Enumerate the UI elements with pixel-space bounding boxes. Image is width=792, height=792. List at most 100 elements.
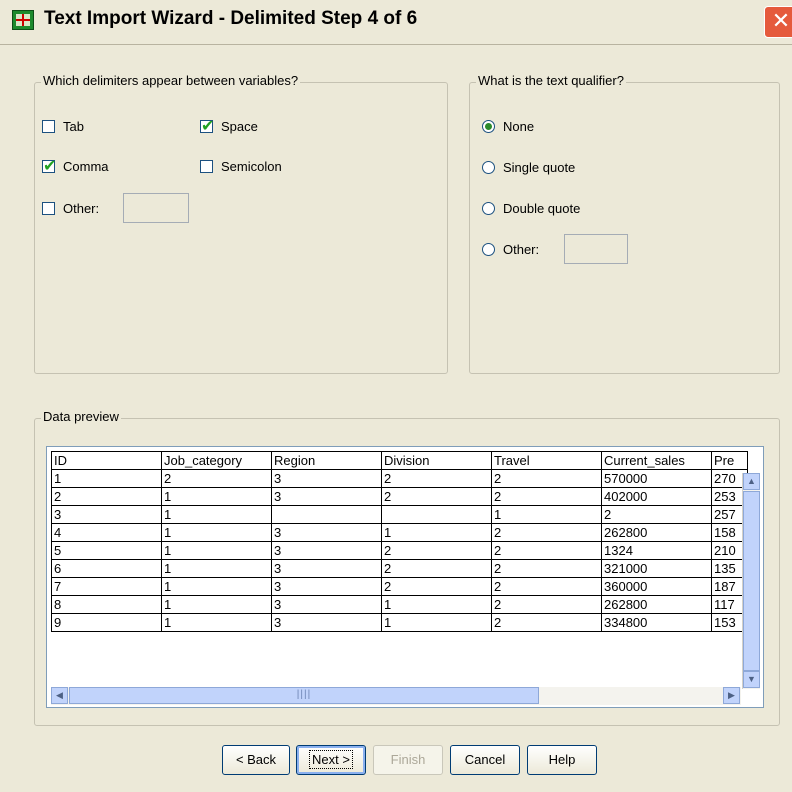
vertical-scroll-thumb[interactable]: [743, 491, 760, 671]
table-cell: 334800: [601, 613, 712, 632]
table-cell: 1: [161, 505, 272, 524]
table-cell: 570000: [601, 469, 712, 488]
table-row: 4 1 3 1 2 262800 158: [51, 523, 748, 542]
table-cell: 2: [381, 577, 492, 596]
qualifier-single-radio[interactable]: Single quote: [482, 160, 575, 175]
delimiters-group: Which delimiters appear between variable…: [34, 73, 448, 374]
window-frame: [0, 44, 6, 792]
column-header-id[interactable]: ID: [51, 451, 162, 470]
table-row: 8 1 3 1 2 262800 117: [51, 595, 748, 614]
table-cell: 2: [491, 523, 602, 542]
column-header-travel[interactable]: Travel: [491, 451, 602, 470]
horizontal-scroll-thumb[interactable]: ||||: [69, 687, 539, 704]
qualifier-legend: What is the text qualifier?: [476, 73, 626, 88]
tab-checkbox[interactable]: Tab: [42, 119, 84, 134]
other-delimiter-checkbox[interactable]: Other:: [42, 201, 99, 216]
table-row: 5 1 3 2 2 1324 210: [51, 541, 748, 560]
back-button[interactable]: < Back: [222, 745, 290, 775]
table-cell: 2: [51, 487, 162, 506]
other-delimiter-label: Other:: [63, 201, 100, 216]
next-button[interactable]: Next >: [296, 745, 366, 775]
close-button[interactable]: ✕: [764, 6, 792, 38]
qualifier-none-radio-button[interactable]: [482, 120, 495, 133]
other-delimiter-input[interactable]: [123, 193, 189, 223]
column-header-job-category[interactable]: Job_category: [161, 451, 272, 470]
table-cell: 2: [381, 559, 492, 578]
qualifier-double-radio-button[interactable]: [482, 202, 495, 215]
scroll-right-arrow-icon[interactable]: ▶: [723, 687, 740, 704]
table-cell: 1: [161, 559, 272, 578]
vertical-scrollbar[interactable]: ▲ ▼: [742, 473, 760, 689]
table-row: 1 2 3 2 2 570000 270: [51, 469, 748, 488]
table-cell: 1: [381, 595, 492, 614]
table-cell: 3: [271, 559, 382, 578]
space-label: Space: [221, 119, 258, 134]
other-delimiter-check-box[interactable]: [42, 202, 55, 215]
app-icon: [12, 10, 34, 30]
qualifier-other-input[interactable]: [564, 234, 628, 264]
qualifier-other-radio-button[interactable]: [482, 243, 495, 256]
help-button[interactable]: Help: [527, 745, 597, 775]
table-cell: 7: [51, 577, 162, 596]
table-cell: 2: [491, 577, 602, 596]
cancel-button[interactable]: Cancel: [450, 745, 520, 775]
table-cell: [271, 505, 382, 524]
table-cell: 2: [381, 487, 492, 506]
table-row: 7 1 3 2 2 360000 187: [51, 577, 748, 596]
table-cell: [381, 505, 492, 524]
table-row: 9 1 3 1 2 334800 153: [51, 613, 748, 632]
qualifier-none-radio[interactable]: None: [482, 119, 534, 134]
comma-check-box[interactable]: [42, 156, 56, 176]
comma-checkbox[interactable]: Comma: [42, 156, 109, 176]
space-checkbox[interactable]: Space: [200, 116, 258, 136]
title-bar[interactable]: Text Import Wizard - Delimited Step 4 of…: [0, 0, 792, 45]
table-row: 6 1 3 2 2 321000 135: [51, 559, 748, 578]
table-cell: 9: [51, 613, 162, 632]
qualifier-other-label: Other:: [503, 242, 540, 257]
scroll-down-arrow-icon[interactable]: ▼: [743, 671, 760, 688]
column-header-division[interactable]: Division: [381, 451, 492, 470]
table-cell: 1: [161, 541, 272, 560]
qualifier-other-radio[interactable]: Other:: [482, 242, 539, 257]
back-button-label: < Back: [235, 752, 277, 767]
window-title: Text Import Wizard - Delimited Step 4 of…: [44, 8, 418, 29]
qualifier-double-radio[interactable]: Double quote: [482, 201, 580, 216]
data-preview-grid[interactable]: ID Job_category Region Division Travel C…: [46, 446, 764, 708]
tab-label: Tab: [63, 119, 84, 134]
tab-check-box[interactable]: [42, 120, 55, 133]
table-row: 2 1 3 2 2 402000 253: [51, 487, 748, 506]
space-check-box[interactable]: [200, 116, 214, 136]
table-cell: 2: [491, 541, 602, 560]
table-cell: 3: [51, 505, 162, 524]
table-cell: 3: [271, 595, 382, 614]
table-cell: 3: [271, 469, 382, 488]
table-cell: 1: [161, 487, 272, 506]
data-preview-table: ID Job_category Region Division Travel C…: [51, 451, 748, 632]
table-cell: 321000: [601, 559, 712, 578]
table-cell: 2: [491, 559, 602, 578]
table-cell: 5: [51, 541, 162, 560]
table-cell: 1: [161, 595, 272, 614]
semicolon-checkbox[interactable]: Semicolon: [200, 159, 282, 174]
qualifier-single-radio-button[interactable]: [482, 161, 495, 174]
table-cell: 3: [271, 541, 382, 560]
column-header-current-sales[interactable]: Current_sales: [601, 451, 712, 470]
table-cell: 3: [271, 613, 382, 632]
horizontal-scrollbar[interactable]: ◀ |||| ▶: [51, 687, 741, 705]
table-cell: 262800: [601, 595, 712, 614]
column-header-pre[interactable]: Pre: [711, 451, 748, 470]
comma-label: Comma: [63, 159, 109, 174]
table-cell: 402000: [601, 487, 712, 506]
finish-button-label: Finish: [390, 752, 426, 767]
table-cell: 1: [161, 577, 272, 596]
scroll-left-arrow-icon[interactable]: ◀: [51, 687, 68, 704]
table-header-row: ID Job_category Region Division Travel C…: [51, 451, 748, 470]
table-cell: 2: [601, 505, 712, 524]
table-cell: 2: [491, 595, 602, 614]
scroll-up-arrow-icon[interactable]: ▲: [743, 473, 760, 490]
column-header-region[interactable]: Region: [271, 451, 382, 470]
table-cell: 3: [271, 577, 382, 596]
finish-button[interactable]: Finish: [373, 745, 443, 775]
semicolon-label: Semicolon: [221, 159, 282, 174]
semicolon-check-box[interactable]: [200, 160, 213, 173]
